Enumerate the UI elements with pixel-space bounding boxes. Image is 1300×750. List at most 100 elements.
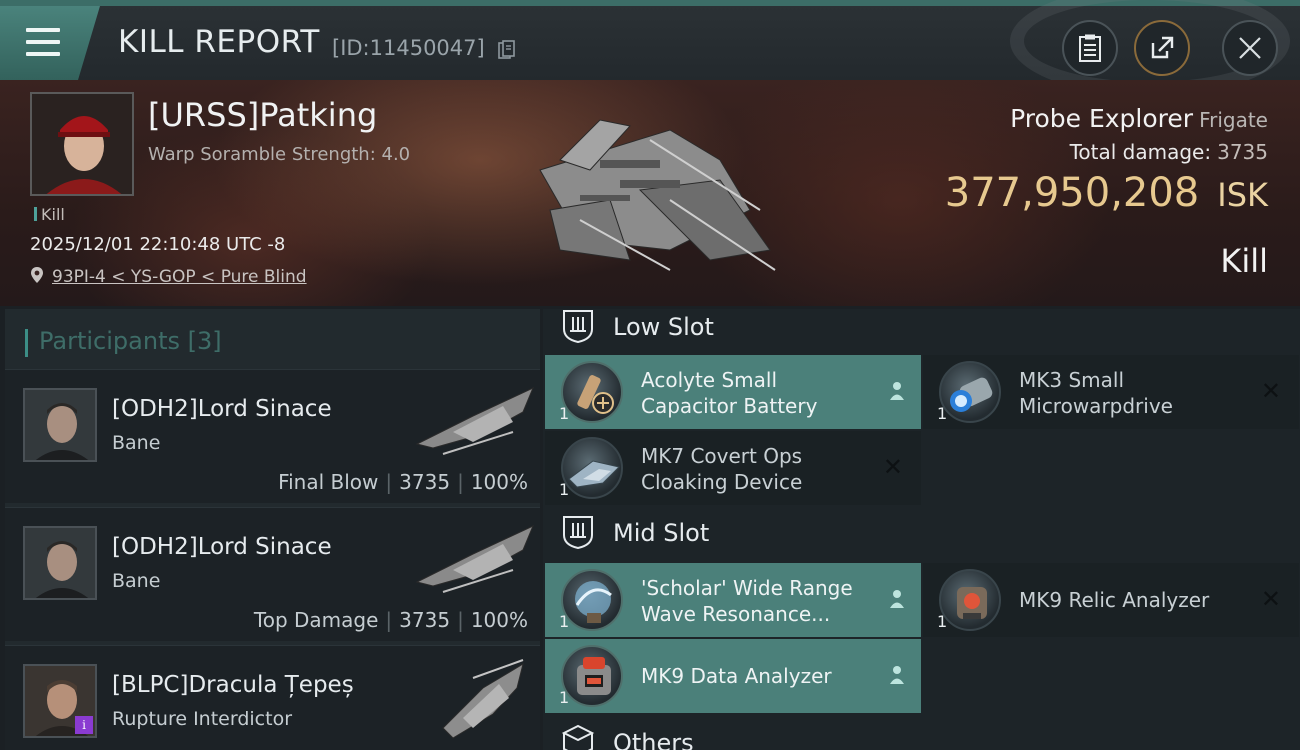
module-quantity: 1 xyxy=(559,404,570,423)
module-icon xyxy=(561,361,623,423)
participant-name: [ODH2]Lord Sinace xyxy=(112,534,332,560)
participant-card[interactable]: i [BLPC]Dracula Țepeș Rupture Interdicto… xyxy=(5,645,540,750)
participant-name: [ODH2]Lord Sinace xyxy=(112,396,332,422)
box-icon xyxy=(561,724,595,750)
module-item[interactable]: 1 MK9 Relic Analyzer ✕ xyxy=(923,563,1299,637)
module-icon xyxy=(561,437,623,499)
participant-card[interactable]: [ODH2]Lord Sinace Bane Final Blow | 3735 | 1… xyxy=(5,369,540,503)
victim-ship-image xyxy=(539,119,776,271)
participants-count: [3] xyxy=(187,327,222,355)
person-icon xyxy=(890,382,904,400)
participant-role: Top Damage xyxy=(253,608,379,632)
module-icon xyxy=(561,645,623,707)
close-icon xyxy=(1239,37,1261,59)
participant-percent: 100% xyxy=(470,608,528,632)
kill-datetime: 2025/12/01 22:10:48 UTC -8 xyxy=(30,234,286,255)
ship-class: Frigate xyxy=(1199,108,1268,132)
close-button[interactable] xyxy=(1222,20,1278,76)
location-pin-icon xyxy=(31,267,43,283)
menu-button[interactable] xyxy=(0,6,100,80)
module-icon xyxy=(939,361,1001,423)
participant-stats: Final Blow | 3735 | 100% xyxy=(278,470,528,494)
info-badge-icon: i xyxy=(75,716,93,734)
fitting-panel: Low Slot 1 Acolyte Small Capacitor Batter… xyxy=(543,309,1300,750)
module-name: MK7 Covert Ops Cloaking Device xyxy=(641,444,803,494)
participant-ship-image xyxy=(415,387,534,455)
participant-percent: 100% xyxy=(470,470,528,494)
page-title: KILL REPORT xyxy=(118,24,320,60)
location-link[interactable]: 93PI-4 < YS-GOP < Pure Blind xyxy=(52,267,307,287)
remove-x-icon: ✕ xyxy=(882,453,903,481)
isk-unit: ISK xyxy=(1217,176,1268,214)
kill-location[interactable]: 93PI-4 < YS-GOP < Pure Blind xyxy=(30,266,307,287)
share-button[interactable] xyxy=(1134,20,1190,76)
total-damage: Total damage: 3735 xyxy=(1070,140,1268,164)
low-slot-label: Low Slot xyxy=(613,313,714,341)
mid-slot-header: Mid Slot xyxy=(543,515,1300,559)
clipboard-icon xyxy=(1079,34,1101,62)
participants-panel: Participants [3] [ODH2]Lord Sinace Bane … xyxy=(5,309,540,750)
module-quantity: 1 xyxy=(937,612,948,631)
remove-x-icon: ✕ xyxy=(1260,377,1281,405)
menu-icon xyxy=(26,28,60,56)
module-icon xyxy=(939,569,1001,631)
module-icon xyxy=(561,569,623,631)
module-name: MK9 Data Analyzer xyxy=(641,664,832,688)
participant-damage: 3735 xyxy=(399,608,451,632)
victim-name[interactable]: [URSS]Patking xyxy=(148,96,377,134)
module-name: 'Scholar' Wide Range Wave Resonance... xyxy=(641,576,853,626)
mid-slot-label: Mid Slot xyxy=(613,519,710,547)
module-name: MK3 Small Microwarpdrive xyxy=(1019,368,1173,418)
total-damage-value: 3735 xyxy=(1217,140,1268,164)
participant-name: [BLPC]Dracula Țepeș xyxy=(112,672,354,698)
participant-ship: Rupture Interdictor xyxy=(112,708,292,730)
person-icon xyxy=(890,590,904,608)
participant-role: Final Blow xyxy=(278,470,379,494)
participant-damage: 3735 xyxy=(399,470,451,494)
remove-x-icon: ✕ xyxy=(1260,585,1281,613)
avatar xyxy=(23,388,97,462)
result-label: Kill xyxy=(1220,242,1268,280)
low-slot-header: Low Slot xyxy=(543,309,1300,353)
module-quantity: 1 xyxy=(559,688,570,707)
participants-label: Participants xyxy=(39,327,180,355)
isk-amount: 377,950,208 xyxy=(944,170,1200,216)
module-item[interactable]: 1 Acolyte Small Capacitor Battery xyxy=(545,355,921,429)
module-quantity: 1 xyxy=(559,612,570,631)
top-bar: KILL REPORT [ID:11450047] xyxy=(0,0,1300,96)
module-item[interactable]: 1 'Scholar' Wide Range Wave Resonance... xyxy=(545,563,921,637)
participant-ship: Bane xyxy=(112,432,161,454)
module-item[interactable]: 1 MK7 Covert Ops Cloaking Device ✕ xyxy=(545,431,921,505)
slot-shield-icon xyxy=(563,516,593,549)
total-damage-label: Total damage: xyxy=(1069,140,1212,164)
slot-shield-icon xyxy=(563,310,593,343)
module-item[interactable]: 1 MK3 Small Microwarpdrive ✕ xyxy=(923,355,1299,429)
participants-header: Participants [3] xyxy=(25,327,222,357)
person-icon xyxy=(890,666,904,684)
share-icon xyxy=(1151,36,1174,59)
participant-stats: Top Damage | 3735 | 100% xyxy=(253,608,528,632)
avatar: i xyxy=(23,664,97,738)
participant-ship-image xyxy=(415,525,534,593)
warp-scramble-strength: Warp Soramble Strength: 4.0 xyxy=(148,144,411,165)
others-header: Others xyxy=(543,723,1300,750)
isk-value: 377,950,208 ISK xyxy=(945,170,1268,216)
participant-ship-image xyxy=(442,659,524,739)
others-label: Others xyxy=(613,729,694,750)
module-name: MK9 Relic Analyzer xyxy=(1019,588,1210,612)
victim-ship-name[interactable]: Probe Explorer Frigate xyxy=(1010,104,1268,133)
report-id: [ID:11450047] xyxy=(332,36,485,60)
clipboard-button[interactable] xyxy=(1062,20,1118,76)
avatar xyxy=(23,526,97,600)
copy-icon[interactable] xyxy=(498,40,516,60)
kill-tag: Kill xyxy=(34,205,65,224)
module-quantity: 1 xyxy=(937,404,948,423)
victim-portrait[interactable] xyxy=(30,92,134,196)
participant-ship: Bane xyxy=(112,570,161,592)
module-name: Acolyte Small Capacitor Battery xyxy=(641,368,818,418)
victim-banner: [URSS]Patking Warp Soramble Strength: 4.… xyxy=(0,80,1300,306)
participant-card[interactable]: [ODH2]Lord Sinace Bane Top Damage | 3735 | 1… xyxy=(5,507,540,641)
avatar xyxy=(32,94,132,194)
module-item[interactable]: 1 MK9 Data Analyzer xyxy=(545,639,921,713)
module-quantity: 1 xyxy=(559,480,570,499)
